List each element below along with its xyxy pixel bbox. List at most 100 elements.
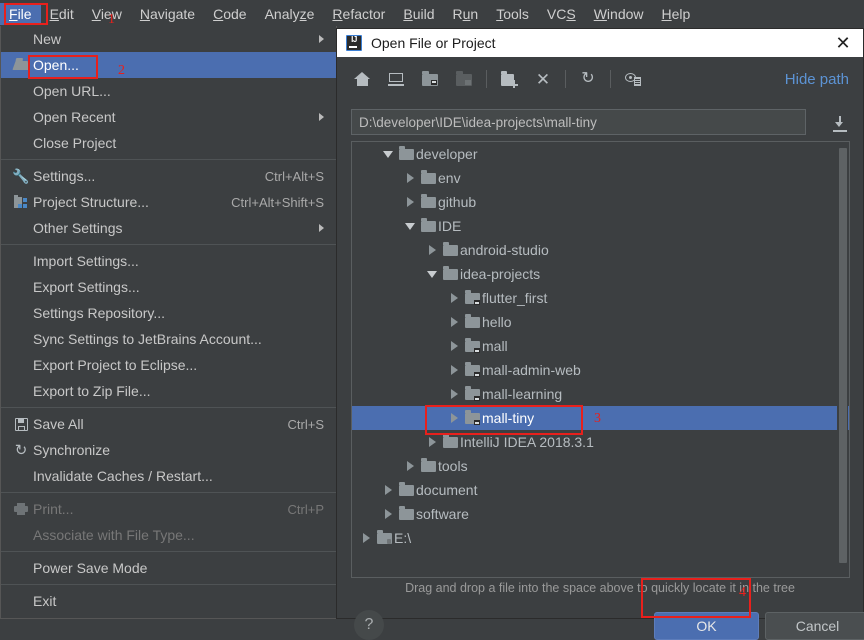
chevron-right-icon[interactable] bbox=[446, 338, 462, 354]
tree-row[interactable]: mall-learning bbox=[352, 382, 849, 406]
expand-path-icon[interactable] bbox=[830, 112, 850, 132]
module-folder-icon[interactable] bbox=[447, 64, 481, 94]
menu-item-sync-settings-to-jetbrains-account[interactable]: Sync Settings to JetBrains Account... bbox=[1, 326, 336, 352]
cancel-button[interactable]: Cancel bbox=[765, 612, 864, 640]
delete-icon[interactable]: ✕ bbox=[526, 64, 560, 94]
ok-button[interactable]: OK bbox=[654, 612, 759, 640]
menu-item-open-recent[interactable]: Open Recent bbox=[1, 104, 336, 130]
tree-row[interactable]: env bbox=[352, 166, 849, 190]
menu-separator bbox=[1, 551, 336, 552]
chevron-right-icon[interactable] bbox=[446, 362, 462, 378]
menu-item-label: Exit bbox=[33, 593, 56, 609]
menu-item-open-url[interactable]: Open URL... bbox=[1, 78, 336, 104]
tree-row[interactable]: mall-tiny bbox=[352, 406, 849, 430]
tree-row[interactable]: github bbox=[352, 190, 849, 214]
project-folder-icon[interactable] bbox=[413, 64, 447, 94]
tree-row[interactable]: idea-projects bbox=[352, 262, 849, 286]
menu-item-save-all[interactable]: Save AllCtrl+S bbox=[1, 411, 336, 437]
chevron-right-icon[interactable] bbox=[446, 410, 462, 426]
chevron-right-icon[interactable] bbox=[424, 434, 440, 450]
chevron-right-icon[interactable] bbox=[446, 290, 462, 306]
tree-row[interactable]: E:\ bbox=[352, 526, 849, 550]
menu-item-export-settings[interactable]: Export Settings... bbox=[1, 274, 336, 300]
chevron-right-icon[interactable] bbox=[446, 386, 462, 402]
menu-item-import-settings[interactable]: Import Settings... bbox=[1, 248, 336, 274]
menubar-item-refactor[interactable]: Refactor bbox=[323, 3, 394, 25]
chevron-down-icon[interactable] bbox=[380, 146, 396, 162]
file-tree[interactable]: developerenvgithubIDEandroid-studioidea-… bbox=[351, 141, 850, 578]
menu-item-settings-repository[interactable]: Settings Repository... bbox=[1, 300, 336, 326]
tree-row[interactable]: document bbox=[352, 478, 849, 502]
menu-item-synchronize[interactable]: ↻Synchronize bbox=[1, 437, 336, 463]
menubar-item-help[interactable]: Help bbox=[653, 3, 700, 25]
menu-item-close-project[interactable]: Close Project bbox=[1, 130, 336, 156]
tree-row[interactable]: mall-admin-web bbox=[352, 358, 849, 382]
dialog-toolbar[interactable]: ✕ ↻ Hide path bbox=[337, 57, 863, 101]
desktop-icon[interactable] bbox=[379, 64, 413, 94]
open-folder-icon bbox=[9, 56, 33, 74]
home-icon[interactable] bbox=[345, 64, 379, 94]
refresh-icon[interactable]: ↻ bbox=[571, 64, 605, 94]
menu-item-print[interactable]: Print...Ctrl+P bbox=[1, 496, 336, 522]
hide-path-button[interactable]: Hide path bbox=[785, 71, 849, 88]
menubar-item-view[interactable]: View bbox=[83, 3, 131, 25]
tree-row[interactable]: mall bbox=[352, 334, 849, 358]
menu-item-export-project-to-eclipse[interactable]: Export Project to Eclipse... bbox=[1, 352, 336, 378]
menu-item-project-structure[interactable]: Project Structure...Ctrl+Alt+Shift+S bbox=[1, 189, 336, 215]
menubar-item-tools[interactable]: Tools bbox=[487, 3, 538, 25]
chevron-right-icon[interactable] bbox=[380, 482, 396, 498]
project-folder-icon bbox=[462, 386, 482, 402]
menubar-item-vcs[interactable]: VCS bbox=[538, 3, 585, 25]
menu-item-new[interactable]: New bbox=[1, 26, 336, 52]
chevron-right-icon[interactable] bbox=[424, 242, 440, 258]
file-menu-popup[interactable]: NewOpen...Open URL...Open RecentClose Pr… bbox=[0, 26, 337, 619]
show-hidden-files-icon[interactable] bbox=[616, 64, 650, 94]
help-button[interactable]: ? bbox=[354, 610, 384, 640]
menubar-item-build[interactable]: Build bbox=[394, 3, 443, 25]
tree-row[interactable]: IDE bbox=[352, 214, 849, 238]
menubar-item-run[interactable]: Run bbox=[444, 3, 488, 25]
menubar-item-analyze[interactable]: Analyze bbox=[256, 3, 324, 25]
print-icon bbox=[9, 500, 33, 518]
menu-item-no-icon bbox=[9, 330, 33, 348]
menu-item-invalidate-caches-restart[interactable]: Invalidate Caches / Restart... bbox=[1, 463, 336, 489]
menubar-item-code[interactable]: Code bbox=[204, 3, 255, 25]
tree-row[interactable]: developer bbox=[352, 142, 849, 166]
scrollbar-thumb[interactable] bbox=[839, 148, 847, 563]
chevron-right-icon[interactable] bbox=[358, 530, 374, 546]
chevron-down-icon[interactable] bbox=[424, 266, 440, 282]
menu-item-associate-with-file-type[interactable]: Associate with File Type... bbox=[1, 522, 336, 548]
tree-item-label: mall-tiny bbox=[482, 410, 534, 426]
menubar-item-file[interactable]: File bbox=[0, 3, 41, 25]
tree-row[interactable]: hello bbox=[352, 310, 849, 334]
tree-row[interactable]: flutter_first bbox=[352, 286, 849, 310]
menu-item-exit[interactable]: Exit bbox=[1, 588, 336, 614]
chevron-right-icon[interactable] bbox=[446, 314, 462, 330]
chevron-right-icon[interactable] bbox=[402, 458, 418, 474]
tree-row[interactable]: android-studio bbox=[352, 238, 849, 262]
folder-icon bbox=[440, 434, 460, 450]
menubar-item-window[interactable]: Window bbox=[585, 3, 653, 25]
menu-item-power-save-mode[interactable]: Power Save Mode bbox=[1, 555, 336, 581]
file-tree-scrollbar[interactable] bbox=[837, 143, 848, 578]
menubar-item-edit[interactable]: Edit bbox=[41, 3, 83, 25]
tree-row[interactable]: tools bbox=[352, 454, 849, 478]
chevron-down-icon[interactable] bbox=[402, 218, 418, 234]
menubar-item-navigate[interactable]: Navigate bbox=[131, 3, 204, 25]
close-icon[interactable]: ✕ bbox=[833, 33, 853, 53]
tree-item-label: mall-learning bbox=[482, 386, 562, 402]
file-tree-rows[interactable]: developerenvgithubIDEandroid-studioidea-… bbox=[352, 142, 849, 550]
chevron-right-icon[interactable] bbox=[380, 506, 396, 522]
menu-item-no-icon bbox=[9, 108, 33, 126]
tree-row[interactable]: IntelliJ IDEA 2018.3.1 bbox=[352, 430, 849, 454]
chevron-right-icon[interactable] bbox=[402, 194, 418, 210]
menu-item-export-to-zip-file[interactable]: Export to Zip File... bbox=[1, 378, 336, 404]
path-input[interactable]: D:\developer\IDE\idea-projects\mall-tiny bbox=[351, 109, 806, 135]
chevron-right-icon[interactable] bbox=[402, 170, 418, 186]
main-menu-bar[interactable]: FileEditViewNavigateCodeAnalyzeRefactorB… bbox=[0, 0, 864, 28]
tree-row[interactable]: software bbox=[352, 502, 849, 526]
new-folder-icon[interactable] bbox=[492, 64, 526, 94]
menu-item-open[interactable]: Open... bbox=[1, 52, 336, 78]
menu-item-other-settings[interactable]: Other Settings bbox=[1, 215, 336, 241]
menu-item-settings[interactable]: 🔧Settings...Ctrl+Alt+S bbox=[1, 163, 336, 189]
